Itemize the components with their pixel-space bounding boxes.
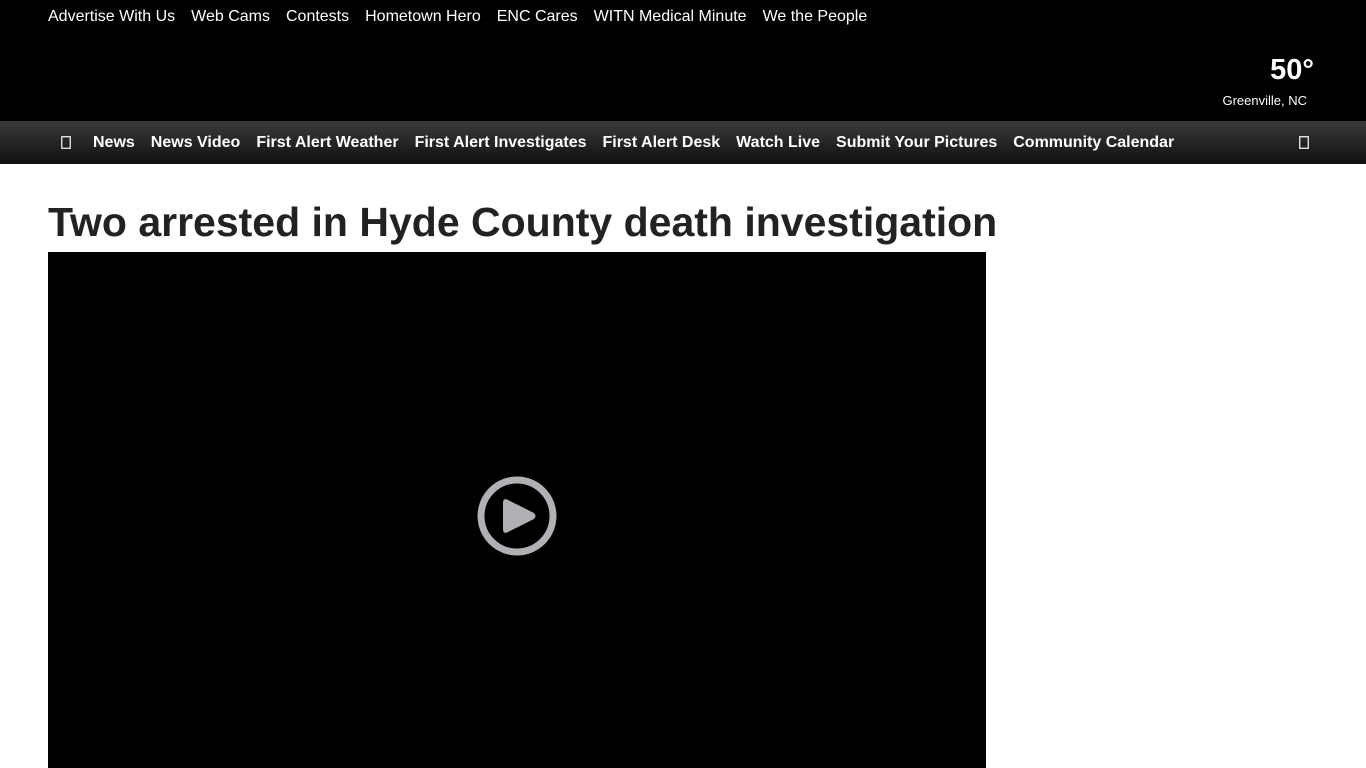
nav-item-first-alert-weather[interactable]: First Alert Weather	[256, 134, 398, 152]
utility-link-medical-minute[interactable]: WITN Medical Minute	[594, 7, 747, 27]
nav-item-community-calendar[interactable]: Community Calendar	[1013, 134, 1174, 152]
top-bar: Advertise With Us Web Cams Contests Home…	[0, 0, 1366, 121]
weather-widget[interactable]: 50° Greenville, NC	[1222, 54, 1314, 109]
utility-link-advertise[interactable]: Advertise With Us	[48, 7, 175, 27]
menu-icon[interactable]	[58, 132, 74, 152]
article-headline: Two arrested in Hyde County death invest…	[48, 199, 998, 245]
main-nav-items: News News Video First Alert Weather Firs…	[93, 121, 1174, 164]
nav-item-news-video[interactable]: News Video	[151, 134, 241, 152]
nav-item-first-alert-investigates[interactable]: First Alert Investigates	[415, 134, 587, 152]
utility-nav: Advertise With Us Web Cams Contests Home…	[48, 7, 867, 27]
nav-item-submit-pictures[interactable]: Submit Your Pictures	[836, 134, 997, 152]
main-nav: News News Video First Alert Weather Firs…	[0, 121, 1366, 164]
utility-link-we-the-people[interactable]: We the People	[763, 7, 868, 27]
search-icon[interactable]	[1296, 132, 1312, 152]
utility-link-web-cams[interactable]: Web Cams	[191, 7, 270, 27]
weather-location: Greenville, NC	[1222, 93, 1307, 108]
nav-item-watch-live[interactable]: Watch Live	[736, 134, 820, 152]
video-player[interactable]	[48, 252, 986, 768]
play-icon	[477, 476, 557, 556]
weather-temperature: 50°	[1270, 54, 1314, 86]
nav-item-news[interactable]: News	[93, 134, 135, 152]
utility-link-enc-cares[interactable]: ENC Cares	[497, 7, 578, 27]
utility-link-hometown-hero[interactable]: Hometown Hero	[365, 7, 481, 27]
utility-link-contests[interactable]: Contests	[286, 7, 349, 27]
nav-item-first-alert-desk[interactable]: First Alert Desk	[602, 134, 720, 152]
play-button[interactable]	[476, 475, 558, 557]
